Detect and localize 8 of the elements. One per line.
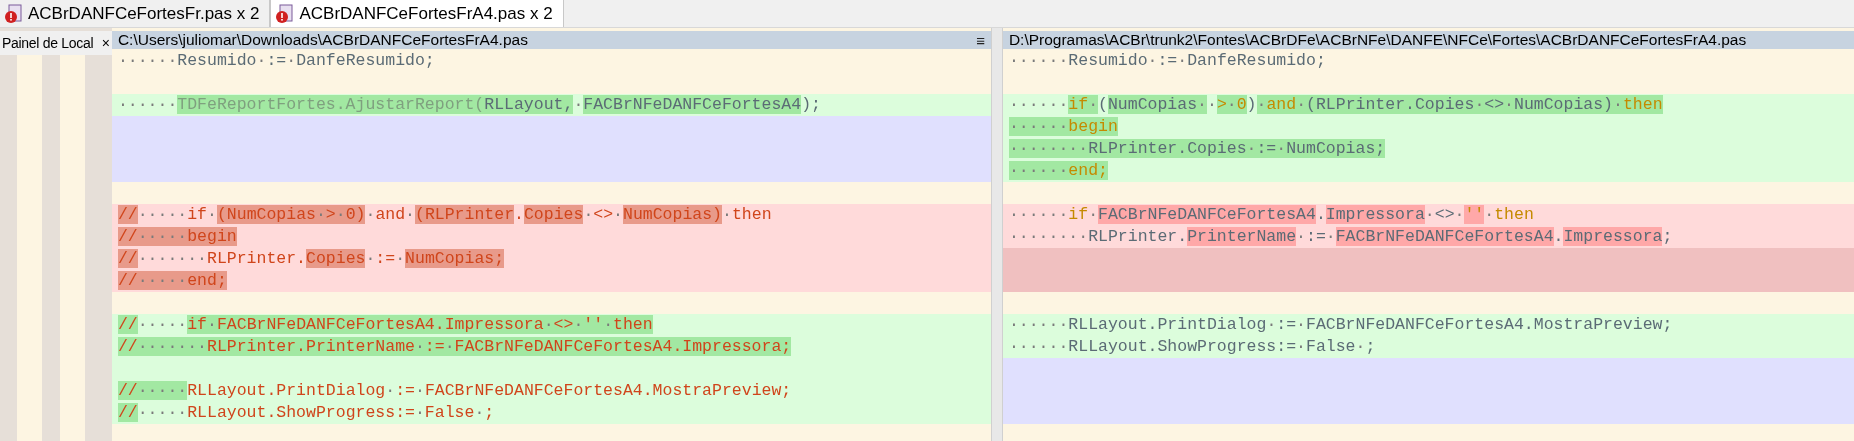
- file-path: C:\Users\juliomar\Downloads\ACBrDANFCeFortesFrA4.pas: [117, 31, 528, 49]
- file-icon: [4, 3, 22, 24]
- panel-title: Painel de Local: [2, 35, 94, 51]
- file-tab[interactable]: ACBrDANFCeFortesFrA4.pas x 2: [270, 0, 564, 27]
- close-button[interactable]: ×: [101, 35, 110, 51]
- file-path: D:\Programas\ACBr\trunk2\Fontes\ACBrDFe\ACBrNFe\DANFE\NFCe\Fortes\ACBrDANFCeFortesFrA4.pas: [1008, 31, 1747, 49]
- file-icon: [275, 3, 294, 24]
- menu-button[interactable]: ≡: [976, 31, 985, 49]
